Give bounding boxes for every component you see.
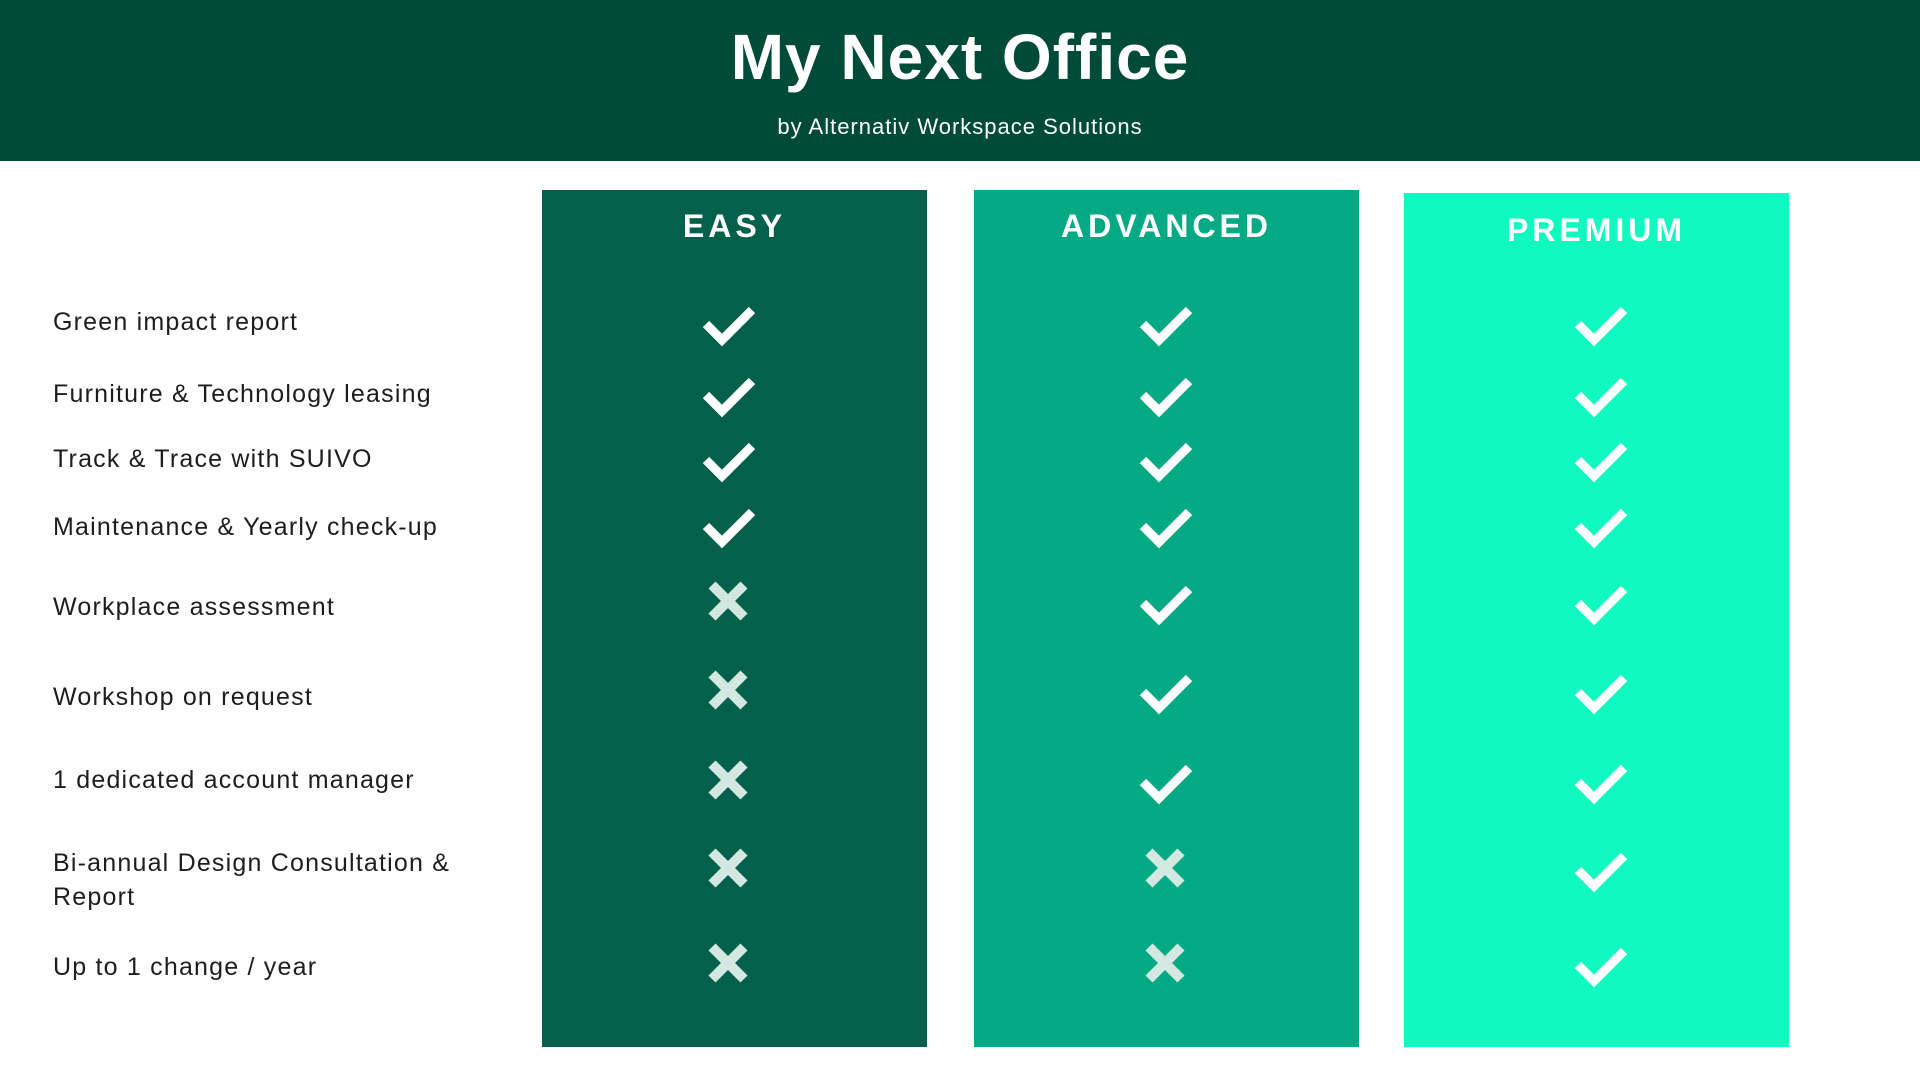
- check-icon: [1572, 840, 1628, 896]
- feature-label: Furniture & Technology leasing: [53, 380, 432, 408]
- feature-label: 1 dedicated account manager: [53, 766, 415, 794]
- check-icon: [1572, 662, 1628, 718]
- check-icon: [1572, 294, 1628, 350]
- cross-icon: [700, 662, 756, 718]
- check-icon: [1572, 496, 1628, 552]
- cross-icon: [700, 573, 756, 629]
- feature-label: Workshop on request: [53, 683, 313, 711]
- check-icon: [1137, 430, 1193, 486]
- check-icon: [1137, 662, 1193, 718]
- check-icon: [700, 496, 756, 552]
- plan-name: ADVANCED: [1061, 208, 1272, 244]
- cross-icon: [1137, 840, 1193, 896]
- feature-label: Green impact report: [53, 308, 299, 336]
- feature-label: Up to 1 change / year: [53, 953, 318, 981]
- feature-label: Maintenance & Yearly check-up: [53, 513, 439, 541]
- check-icon: [1572, 430, 1628, 486]
- check-icon: [1572, 365, 1628, 421]
- check-icon: [1137, 294, 1193, 350]
- plan-name: PREMIUM: [1506, 212, 1687, 248]
- feature-label: Bi-annual Design Consultation & Report: [53, 849, 451, 911]
- plan-column-premium: PREMIUM: [1404, 193, 1789, 1047]
- check-icon: [1572, 573, 1628, 629]
- feature-label: Workplace assessment: [53, 593, 335, 621]
- check-icon: [1137, 496, 1193, 552]
- cross-icon: [700, 752, 756, 808]
- check-icon: [700, 430, 756, 486]
- plan-column-advanced: ADVANCED: [974, 190, 1359, 1047]
- check-icon: [1137, 752, 1193, 808]
- header-banner: My Next Office by Alternativ Workspace S…: [0, 0, 1920, 161]
- check-icon: [700, 365, 756, 421]
- check-icon: [1137, 573, 1193, 629]
- cross-icon: [1137, 935, 1193, 991]
- page-subtitle: by Alternativ Workspace Solutions: [777, 114, 1143, 139]
- check-icon: [700, 294, 756, 350]
- check-icon: [1572, 752, 1628, 808]
- page-title: My Next Office: [730, 21, 1190, 93]
- check-icon: [1572, 935, 1628, 991]
- plan-name: EASY: [682, 208, 787, 244]
- cross-icon: [700, 840, 756, 896]
- check-icon: [1137, 365, 1193, 421]
- feature-label: Track & Trace with SUIVO: [53, 445, 373, 473]
- plan-column-easy: EASY: [542, 190, 927, 1047]
- cross-icon: [700, 935, 756, 991]
